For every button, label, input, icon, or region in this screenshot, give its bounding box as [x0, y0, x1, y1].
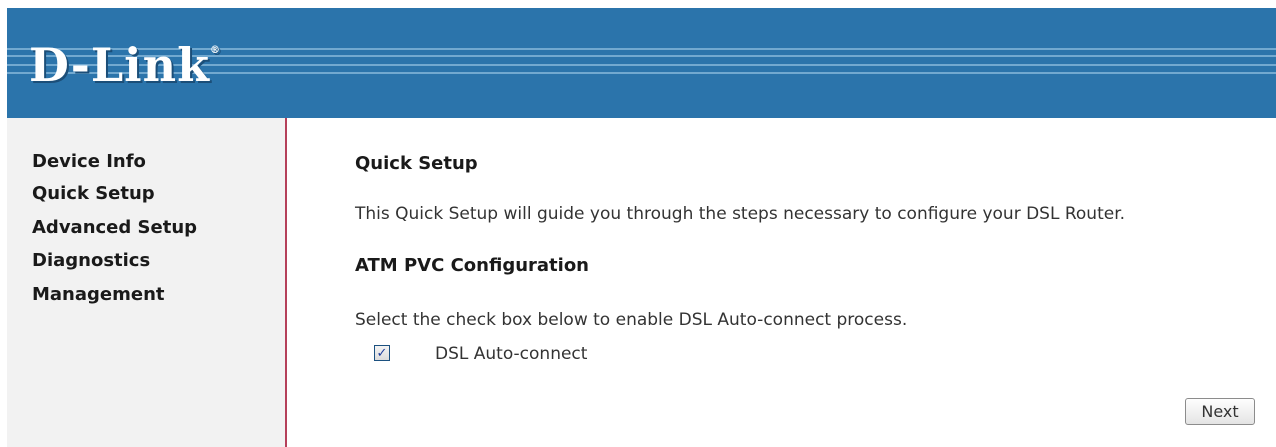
logo-reg-mark: ®: [209, 45, 221, 56]
section-title: ATM PVC Configuration: [355, 255, 589, 276]
dsl-auto-connect-label: DSL Auto-connect: [435, 344, 588, 364]
sidebar-item-quick-setup[interactable]: Quick Setup: [32, 183, 155, 205]
dsl-auto-connect-checkbox[interactable]: ✓: [374, 345, 390, 361]
header-banner: D-Link®: [7, 8, 1276, 118]
sidebar-item-management[interactable]: Management: [32, 284, 165, 306]
main-content: Quick Setup This Quick Setup will guide …: [287, 118, 1276, 447]
sidebar-item-advanced-setup[interactable]: Advanced Setup: [32, 217, 197, 239]
dlink-logo: D-Link®: [29, 42, 221, 88]
sidebar-nav: Device Info Quick Setup Advanced Setup D…: [7, 118, 287, 447]
logo-text: D-Link: [29, 38, 210, 92]
instruction-text: Select the check box below to enable DSL…: [355, 310, 908, 330]
sidebar-item-diagnostics[interactable]: Diagnostics: [32, 250, 150, 272]
next-button[interactable]: Next: [1185, 398, 1255, 425]
page-title: Quick Setup: [355, 153, 478, 174]
page-description: This Quick Setup will guide you through …: [355, 204, 1126, 224]
checkmark-icon: ✓: [376, 345, 388, 361]
sidebar-item-device-info[interactable]: Device Info: [32, 151, 146, 173]
